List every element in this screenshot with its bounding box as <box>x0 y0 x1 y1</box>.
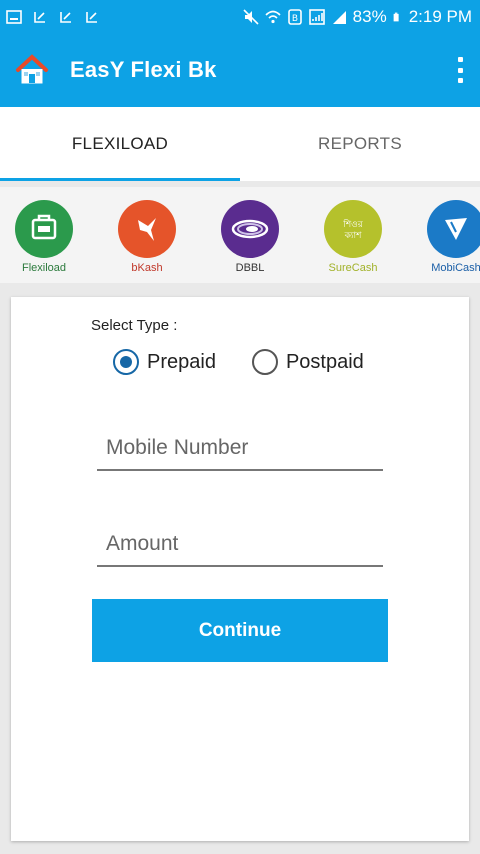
radio-unchecked-icon[interactable] <box>251 349 278 375</box>
dbbl-logo-icon <box>221 200 279 258</box>
service-provider-list: Flexiload bKash DBBL শিওর ক্যাশ SureCash … <box>0 187 480 283</box>
recharge-form-card: Select Type : Prepaid Postpaid Continue <box>11 297 469 841</box>
mobile-number-input[interactable] <box>97 427 383 469</box>
select-type-label: Select Type : <box>91 317 178 334</box>
system-status: B 83% 2:19 PM <box>243 7 472 27</box>
radio-checked-icon[interactable] <box>113 349 139 375</box>
service-label: DBBL <box>235 262 265 274</box>
tab-bar: FLEXILOAD REPORTS <box>0 107 480 181</box>
continue-button[interactable]: Continue <box>92 599 388 662</box>
home-icon[interactable] <box>14 52 50 88</box>
wifi-icon <box>265 10 281 23</box>
radio-postpaid-label: Postpaid <box>285 350 364 373</box>
status-bar: B 83% 2:19 PM <box>0 0 480 33</box>
service-label: SureCash <box>328 262 378 274</box>
service-flexiload[interactable]: Flexiload <box>15 187 73 274</box>
radio-prepaid-label: Prepaid <box>147 350 216 373</box>
tab-flexiload[interactable]: FLEXILOAD <box>0 107 240 181</box>
service-bkash[interactable]: bKash <box>118 187 176 274</box>
missed-call-icon <box>60 11 71 23</box>
service-label: Flexiload <box>21 262 67 274</box>
mobicash-logo-icon <box>427 200 480 258</box>
clock: 2:19 PM <box>408 6 472 26</box>
service-label: bKash <box>131 262 163 274</box>
data-icon: B <box>287 8 302 25</box>
amount-input[interactable] <box>97 523 383 565</box>
tab-reports[interactable]: REPORTS <box>240 107 480 181</box>
type-radio-group: Prepaid Postpaid <box>113 349 400 375</box>
bkash-bird-icon <box>118 200 176 258</box>
service-surecash[interactable]: শিওর ক্যাশ SureCash <box>324 187 382 274</box>
surecash-logo-icon: শিওর ক্যাশ <box>324 200 382 258</box>
surecash-logo-text: শিওর <box>342 219 364 230</box>
amount-field <box>97 523 383 567</box>
missed-call-icon <box>34 11 45 23</box>
service-label: MobiCash <box>431 262 480 274</box>
service-dbbl[interactable]: DBBL <box>221 187 279 274</box>
signal-box-icon <box>308 8 325 25</box>
app-bar: EasY Flexi Bk <box>0 33 480 107</box>
battery-icon <box>393 12 399 21</box>
overflow-menu-icon[interactable] <box>454 57 466 83</box>
svg-text:B: B <box>292 14 298 24</box>
radio-postpaid[interactable]: Postpaid <box>251 349 364 375</box>
radio-prepaid[interactable]: Prepaid <box>113 349 216 375</box>
missed-call-icon <box>86 11 97 23</box>
signal-icon <box>332 10 346 24</box>
image-notification-icon <box>6 9 22 24</box>
notification-icons <box>6 9 100 25</box>
svg-text:ক্যাশ: ক্যাশ <box>344 231 363 241</box>
battery-percent: 83% <box>352 6 387 26</box>
service-mobicash[interactable]: MobiCash <box>427 187 480 274</box>
app-title: EasY Flexi Bk <box>70 57 217 82</box>
flexiload-icon <box>15 200 73 258</box>
mute-icon <box>243 8 259 25</box>
mobile-number-field <box>97 427 383 471</box>
